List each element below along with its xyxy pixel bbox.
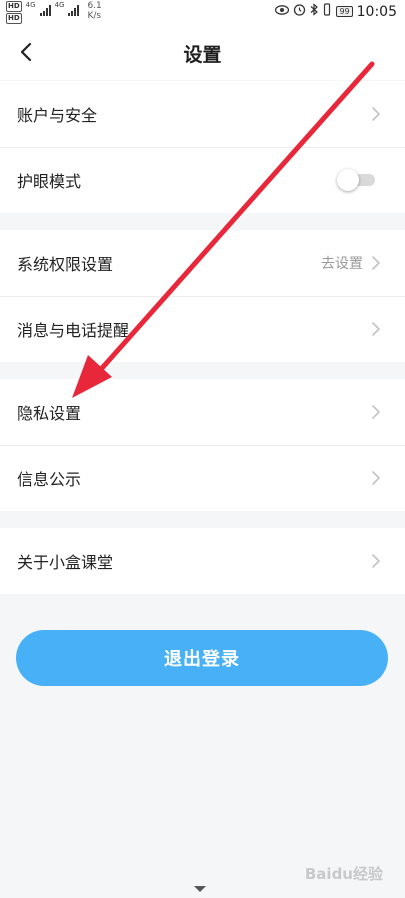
settings-item-label: 消息与电话提醒 [17, 321, 130, 340]
battery-icon: 99 [336, 6, 353, 17]
page-title: 设置 [183, 44, 222, 66]
eye-protection-toggle[interactable] [337, 169, 377, 191]
settings-item-label: 信息公示 [17, 470, 82, 489]
settings-item-eye-protection: 护眼模式 [0, 147, 405, 213]
watermark: Baidu经验 [304, 865, 383, 883]
chevron-right-icon [372, 471, 380, 485]
network-speed: 6.1 K/s [87, 1, 101, 21]
settings-group-3: 隐私设置 信息公示 [0, 379, 405, 511]
logout-button[interactable]: 退出登录 [16, 630, 388, 686]
chevron-right-icon [372, 554, 380, 568]
network-speed-value: 6.1 [87, 1, 102, 11]
hd-indicator: HD HD [6, 1, 22, 24]
settings-item-label: 系统权限设置 [17, 255, 114, 274]
settings-item-info-disclosure[interactable]: 信息公示 [0, 445, 405, 511]
settings-item-about[interactable]: 关于小盒课堂 [0, 528, 405, 594]
vibrate-icon [322, 3, 332, 20]
settings-item-privacy[interactable]: 隐私设置 [0, 379, 405, 445]
settings-group-2: 系统权限设置 去设置 消息与电话提醒 [0, 230, 405, 362]
hd-badge-2: HD [6, 13, 22, 24]
alarm-clock-icon [293, 3, 306, 20]
settings-item-label: 护眼模式 [17, 172, 82, 191]
settings-item-label: 账户与安全 [17, 106, 98, 125]
status-bar: HD HD 4G 4G 6.1 K/s 99 10:05 [0, 0, 405, 24]
app-header: 设置 [0, 24, 405, 80]
network-speed-unit: K/s [87, 11, 102, 21]
settings-item-label: 隐私设置 [17, 404, 82, 423]
chevron-right-icon [372, 107, 380, 121]
caret-down-icon [194, 886, 206, 892]
settings-item-label: 关于小盒课堂 [17, 553, 114, 572]
toggle-knob [337, 169, 359, 191]
clock-time: 10:05 [356, 3, 397, 20]
network-type-2: 4G [54, 1, 65, 9]
bluetooth-icon [310, 3, 319, 20]
eye-icon [275, 4, 290, 19]
settings-group-4: 关于小盒课堂 [0, 528, 405, 594]
status-bar-right: 99 10:05 [275, 3, 397, 20]
settings-item-system-permissions[interactable]: 系统权限设置 去设置 [0, 230, 405, 296]
signal-icon-2 [68, 4, 80, 16]
chevron-right-icon [372, 405, 380, 419]
network-type-1: 4G [25, 1, 36, 9]
go-settings-hint: 去设置 [321, 256, 363, 272]
status-bar-left: HD HD 4G 4G 6.1 K/s [6, 1, 102, 24]
chevron-right-icon [372, 322, 380, 336]
signal-icon [39, 4, 51, 16]
hd-badge-1: HD [6, 1, 22, 12]
settings-item-message-call-reminder[interactable]: 消息与电话提醒 [0, 296, 405, 362]
settings-item-account-security[interactable]: 账户与安全 [0, 81, 405, 147]
chevron-right-icon [372, 256, 380, 270]
settings-group-1: 账户与安全 护眼模式 [0, 81, 405, 213]
